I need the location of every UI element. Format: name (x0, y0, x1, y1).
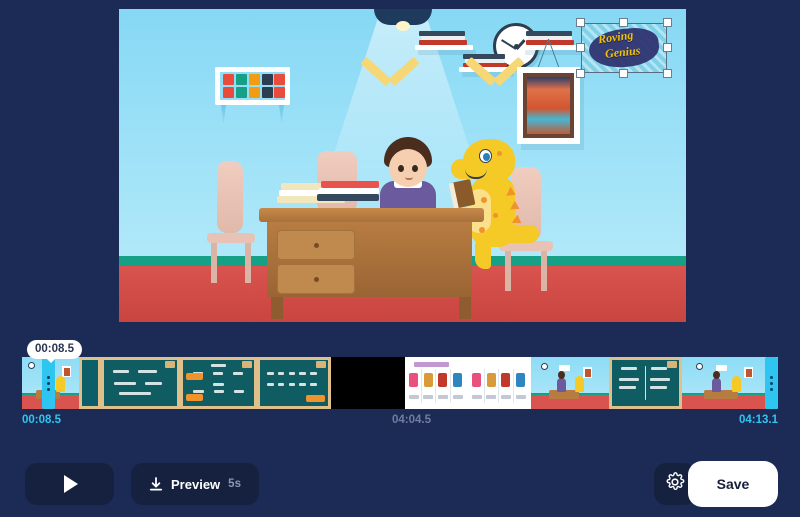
picture-hanging-string (517, 39, 580, 69)
video-timeline[interactable] (22, 357, 778, 409)
desk-leg (271, 297, 283, 319)
preview-label: Preview (171, 476, 221, 492)
resize-handle-e[interactable] (663, 43, 672, 52)
gear-icon (665, 471, 685, 497)
timeline-track[interactable] (22, 357, 778, 409)
timeline-clip[interactable] (468, 357, 531, 409)
watermark-logo-element[interactable]: Roving Genius (576, 18, 672, 78)
video-editor-window: Roving Genius ✕ (0, 0, 800, 517)
timeline-clip[interactable] (531, 357, 609, 409)
resize-handle-w[interactable] (576, 43, 585, 52)
resize-handle-nw[interactable] (576, 18, 585, 27)
resize-handle-ne[interactable] (663, 18, 672, 27)
desk-leg (459, 297, 471, 319)
save-button[interactable]: Save (688, 461, 778, 507)
timeline-clip[interactable] (180, 357, 257, 409)
resize-handle-s[interactable] (619, 69, 628, 78)
resize-handle-n[interactable] (619, 18, 628, 27)
download-icon (149, 476, 163, 492)
desk-surface (259, 208, 484, 222)
timeline-mid-time: 04:04.5 (392, 414, 432, 426)
color-rack-icon (215, 67, 290, 105)
desk-body (267, 222, 472, 297)
timeline-clip[interactable] (101, 357, 180, 409)
timeline-clip[interactable] (682, 357, 778, 409)
timeline-clip[interactable] (257, 357, 331, 409)
desk-book (317, 194, 379, 201)
playhead-time-tooltip: 00:08.5 (27, 340, 83, 363)
preview-button[interactable]: Preview 5s (131, 463, 259, 505)
book-shelf (415, 45, 473, 50)
bottom-toolbar: Preview 5s Save (0, 450, 800, 517)
play-button[interactable] (25, 463, 114, 505)
timeline-clip[interactable] (609, 357, 682, 409)
rack-legs (215, 105, 290, 123)
ceiling-lamp-icon (373, 9, 432, 31)
resize-handle-se[interactable] (663, 69, 672, 78)
timeline-clip[interactable] (405, 357, 468, 409)
boy-character (374, 137, 446, 217)
preview-duration: 5s (228, 478, 241, 490)
resize-handle-sw[interactable] (576, 69, 585, 78)
desk-book (321, 181, 379, 188)
play-icon (64, 475, 78, 493)
timeline-end-time: 04:13.1 (738, 414, 778, 426)
timeline-start-time: 00:08.5 (22, 414, 62, 426)
video-preview-canvas[interactable]: Roving Genius ✕ (119, 9, 686, 322)
timeline-playhead[interactable] (42, 357, 55, 409)
book (419, 40, 467, 45)
save-label: Save (716, 476, 750, 492)
timeline-trim-handle-right[interactable] (765, 357, 778, 409)
selection-outline (581, 23, 667, 73)
wall-picture-frame (517, 67, 580, 144)
timeline-clip[interactable] (79, 357, 101, 409)
timeline-clip[interactable] (331, 357, 405, 409)
